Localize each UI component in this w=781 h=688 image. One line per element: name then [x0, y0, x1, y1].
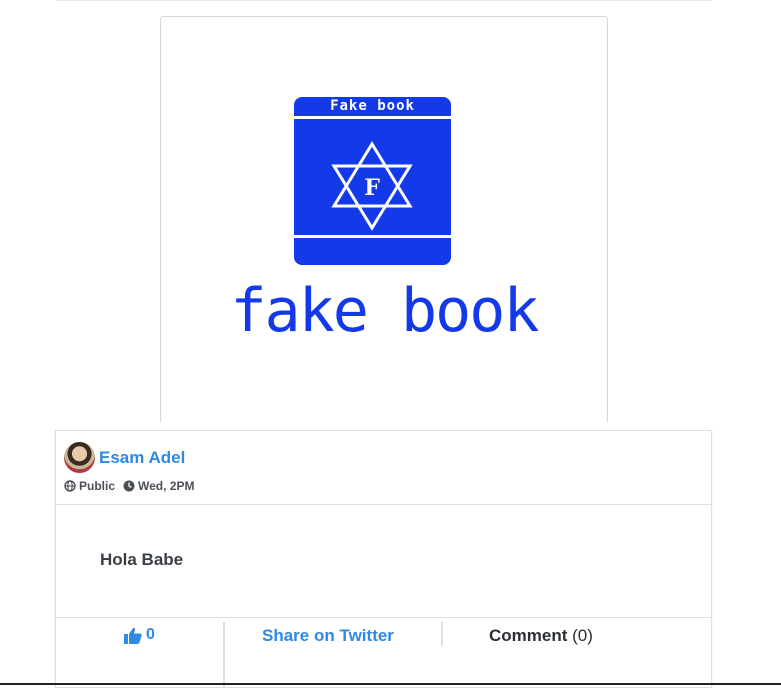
post-meta: Public Wed, 2PM — [64, 479, 194, 493]
like-count: 0 — [146, 626, 155, 643]
comment-count: (0) — [572, 626, 593, 645]
comment-label: Comment — [489, 626, 568, 645]
logo-top-label: Fake book — [330, 98, 415, 114]
action-divider — [223, 622, 225, 688]
like-button[interactable]: 0 — [124, 626, 155, 644]
logo-wordmark: fake book — [230, 276, 539, 346]
clock-icon — [123, 480, 135, 492]
share-twitter-button[interactable]: Share on Twitter — [262, 626, 394, 646]
logo-rule-top — [294, 116, 451, 119]
privacy-label: Public — [79, 479, 116, 493]
star-letter: F — [364, 175, 380, 201]
post-image[interactable]: Fake book F fake book — [160, 16, 608, 424]
comment-button[interactable]: Comment (0) — [489, 626, 593, 646]
logo-rule-bottom — [294, 235, 451, 238]
avatar[interactable] — [64, 442, 95, 473]
post-actions: 0 Share on Twitter Comment (0) — [56, 618, 711, 688]
top-divider — [56, 0, 712, 1]
globe-icon — [64, 480, 76, 492]
author-name[interactable]: Esam Adel — [99, 448, 185, 468]
post-card: Esam Adel Public Wed, 2PM Hola Babe 0 Sh… — [55, 430, 712, 688]
post-header: Esam Adel Public Wed, 2PM — [56, 431, 711, 505]
post-body: Hola Babe — [56, 505, 711, 618]
post-text: Hola Babe — [100, 550, 184, 569]
action-divider — [441, 622, 443, 646]
thumbs-up-icon — [124, 627, 142, 644]
post-timestamp: Wed, 2PM — [138, 479, 195, 493]
fakebook-logo: Fake book F — [294, 97, 451, 265]
star-of-david-icon: F — [331, 141, 413, 231]
